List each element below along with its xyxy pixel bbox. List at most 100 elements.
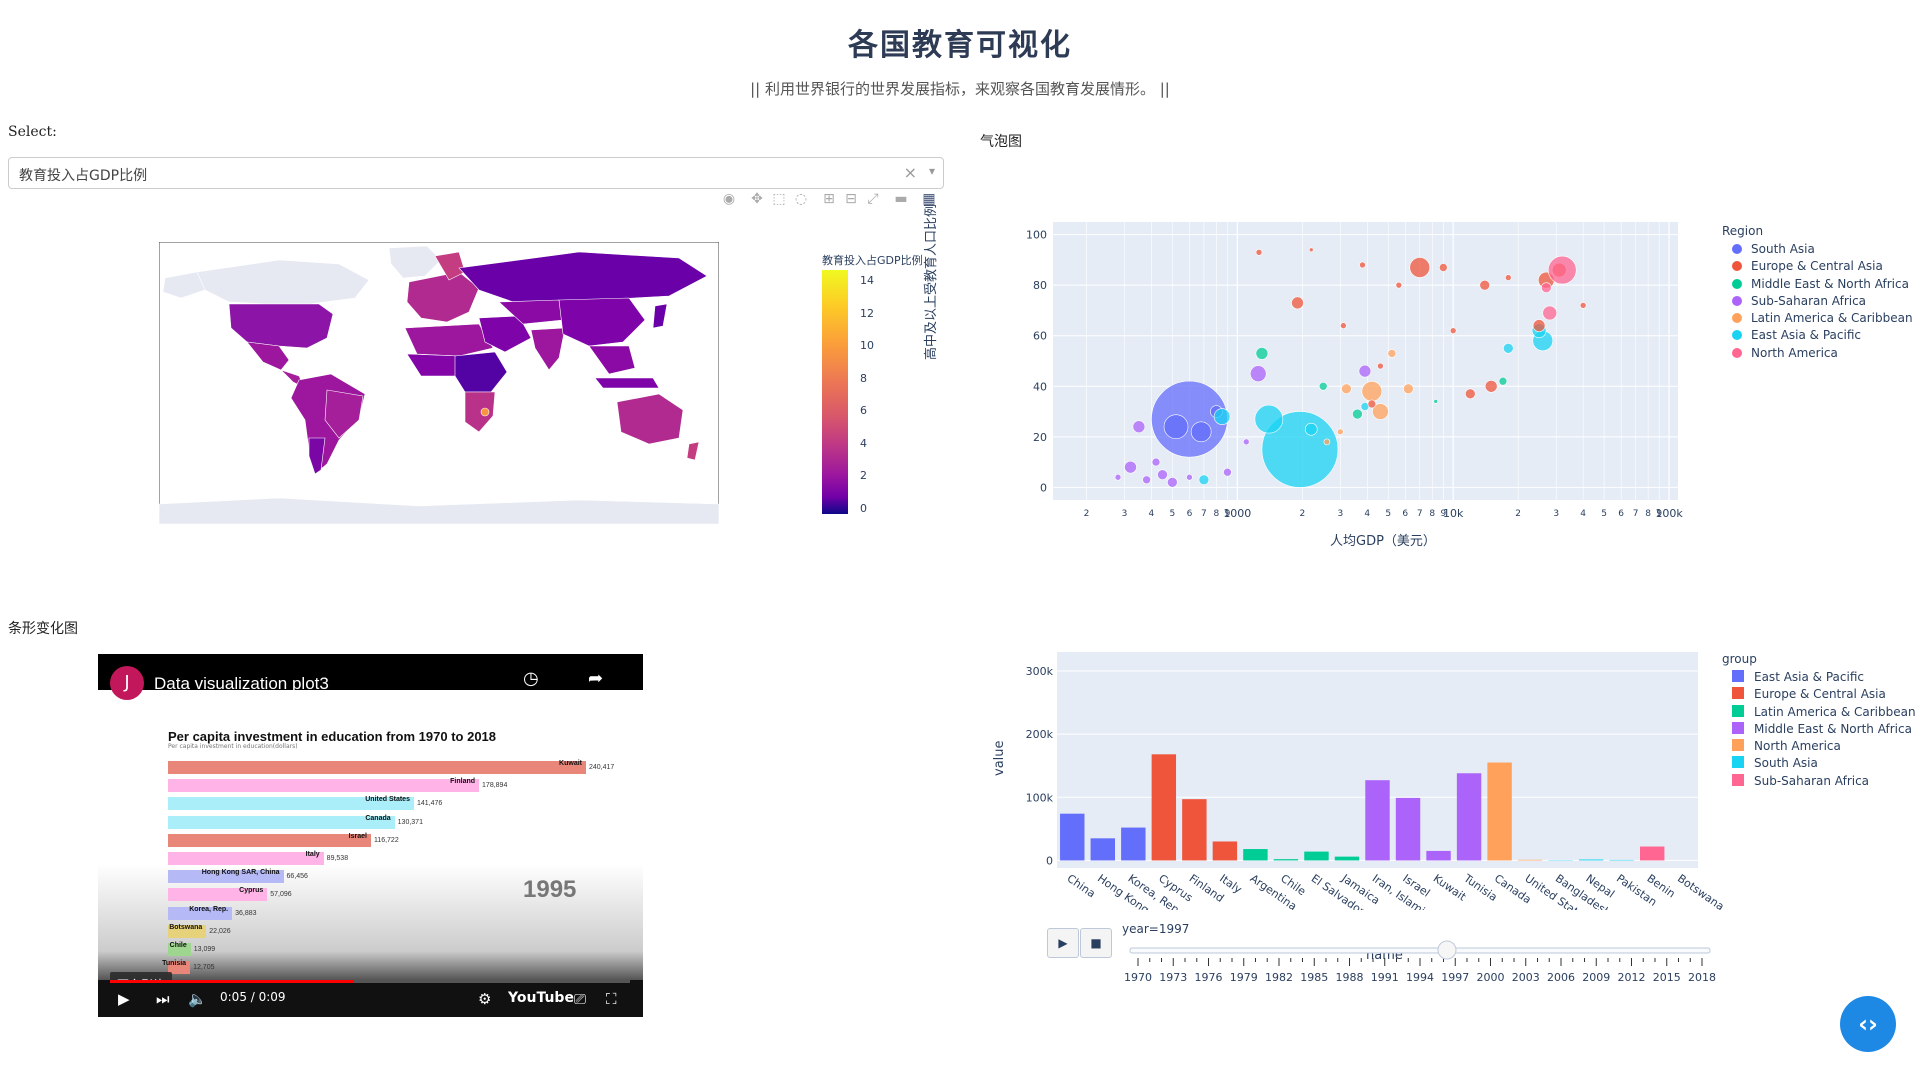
bubble-x-minor-tick: 8 — [1645, 509, 1651, 519]
bubble-x-minor-tick: 2 — [1299, 509, 1305, 519]
play-icon[interactable]: ▶ — [118, 990, 130, 1008]
video-bar-value: 36,883 — [235, 909, 257, 917]
video-bar-value: 116,722 — [373, 836, 399, 844]
video-bar-name: Finland — [450, 778, 476, 786]
code-toggle-button[interactable]: ‹› — [1840, 996, 1896, 1052]
volume-icon[interactable]: 🔈 — [188, 990, 207, 1008]
bubble-x-minor-tick: 2 — [1515, 509, 1521, 519]
bubble-legend[interactable]: Region South Asia Europe & Central Asia Mi… — [1722, 224, 1913, 362]
bubble-point — [1367, 399, 1377, 409]
bubble-point — [1449, 327, 1457, 334]
video-bar-name: Hong Kong SAR, China — [201, 869, 280, 877]
bubble-x-minor-tick: 7 — [1633, 509, 1639, 519]
next-icon[interactable]: ⏭ — [156, 990, 170, 1008]
bubble-point — [1249, 365, 1267, 382]
slider-year-label: 1973 — [1159, 971, 1187, 984]
bubble-point — [1163, 414, 1189, 440]
bubble-legend-item[interactable]: Europe & Central Asia — [1722, 258, 1913, 275]
watch-later-icon[interactable]: ◷ — [523, 668, 539, 689]
video-player[interactable]: Per capita investment in education from … — [98, 654, 643, 1017]
bubble-legend-item[interactable]: South Asia — [1722, 241, 1913, 258]
bubble-point — [1484, 379, 1498, 393]
slider-year-label: 1985 — [1300, 971, 1328, 984]
bar-legend-item[interactable]: Sub-Saharan Africa — [1722, 773, 1916, 790]
bar-mark — [1456, 773, 1482, 861]
legend-label: Sub-Saharan Africa — [1751, 293, 1867, 308]
colorbar-tick-label: 2 — [860, 469, 867, 482]
bar-legend-item[interactable]: Middle East & North Africa — [1722, 721, 1916, 738]
bar-mark — [1487, 762, 1512, 861]
bubble-x-minor-tick: 6 — [1618, 509, 1624, 519]
video-bar-value: 22,026 — [209, 927, 231, 935]
bubble-y-tick: 60 — [1033, 330, 1047, 343]
bubble-point — [1151, 457, 1161, 467]
bubble-point — [1124, 460, 1137, 474]
fullscreen-icon[interactable]: ⛶ — [606, 990, 617, 1008]
bubble-x-minor-tick: 3 — [1337, 509, 1343, 519]
bubble-y-tick: 80 — [1033, 279, 1047, 292]
year-slider[interactable]: 1970 1973 1976 1979 1982 1985 1988 1991 1994 1997… — [1120, 940, 1720, 990]
bubble-x-minor-tick: 3 — [1122, 509, 1128, 519]
bar-legend-item[interactable]: Latin America & Caribbean — [1722, 704, 1916, 721]
bubble-legend-item[interactable]: North America — [1722, 345, 1913, 362]
video-bar-name: Italy — [305, 851, 320, 858]
bubble-legend-item[interactable]: East Asia & Pacific — [1722, 327, 1913, 344]
bubble-legend-item[interactable]: Middle East & North Africa — [1722, 276, 1913, 293]
colorbar-title: 教育投入占GDP比例 — [822, 254, 923, 267]
bubble-point — [1542, 305, 1558, 321]
legend-marker-icon — [1732, 295, 1742, 306]
bar-chart[interactable]: 300k200k100k0ChinaHong Kong SAR, ChinaKo… — [995, 650, 1725, 910]
bubble-point — [1242, 438, 1250, 446]
play-button[interactable]: ▶ — [1047, 928, 1079, 958]
bar-legend-item[interactable]: South Asia — [1722, 755, 1916, 772]
zoom-out-icon[interactable]: ⊟ — [842, 190, 860, 208]
reset-icon[interactable]: ▬ — [892, 190, 910, 208]
slider-year-label: 2009 — [1582, 971, 1610, 984]
legend-label: Europe & Central Asia — [1754, 687, 1886, 702]
slider-handle — [1437, 940, 1457, 960]
bubble-legend-item[interactable]: Latin America & Caribbean — [1722, 310, 1913, 327]
bar-legend-item[interactable]: North America — [1722, 738, 1916, 755]
bubble-chart[interactable]: 1008060402002 3 4 5 6 7 8 9 2 3 4 5 6 7 8 9 2 3 4 5 6 7 8 91000… — [975, 200, 1715, 560]
zoom-in-icon[interactable]: ⊞ — [820, 190, 838, 208]
lasso-icon[interactable]: ◌ — [792, 190, 810, 208]
indicator-select[interactable]: 教育投入占GDP比例 × ▾ — [8, 157, 944, 189]
clear-icon[interactable]: × — [904, 163, 917, 182]
bubble-point — [1213, 408, 1231, 425]
box-select-icon[interactable]: ⬚ — [770, 190, 788, 208]
camera-icon[interactable]: ◉ — [720, 190, 738, 208]
bubble-x-minor-tick: 7 — [1201, 509, 1207, 519]
slider-year-label: 1991 — [1371, 971, 1399, 984]
video-bar-name: Canada — [365, 814, 391, 822]
video-frame[interactable]: Per capita investment in education from … — [98, 690, 643, 997]
bubble-legend-item[interactable]: Sub-Saharan Africa — [1722, 293, 1913, 310]
bubble-point — [1547, 255, 1577, 285]
bar-legend-item[interactable]: East Asia & Pacific — [1722, 669, 1916, 686]
cast-icon[interactable]: ⎚ — [574, 990, 586, 1008]
bubble-point — [1541, 282, 1552, 294]
autoscale-icon[interactable]: ⤢ — [864, 190, 882, 208]
page-title: 各国教育可视化 — [848, 28, 1072, 63]
video-bar-value: 240,417 — [589, 764, 615, 771]
bar-legend[interactable]: group East Asia & Pacific Europe & Centra… — [1722, 652, 1916, 790]
bar-x-tick: Tunisia — [1461, 871, 1500, 904]
bubble-point — [1341, 383, 1352, 395]
pan-icon[interactable]: ✥ — [748, 190, 766, 208]
colorbar-tick-label: 8 — [860, 371, 867, 385]
youtube-logo[interactable]: YouTube — [508, 990, 574, 1006]
bubble-point — [1579, 302, 1587, 309]
stop-button[interactable]: ■ — [1080, 928, 1112, 958]
bar-y-tick: 0 — [1046, 854, 1053, 867]
legend-label: East Asia & Pacific — [1754, 670, 1864, 684]
world-choropleth-map[interactable] — [159, 242, 719, 524]
video-progress-bar[interactable] — [110, 980, 630, 983]
video-title[interactable]: Data visualization plot3 — [154, 674, 329, 694]
legend-swatch-icon — [1732, 704, 1744, 717]
slider-year-label: 1982 — [1265, 971, 1293, 984]
bar-legend-item[interactable]: Europe & Central Asia — [1722, 686, 1916, 703]
slider-year-label: 1970 — [1124, 971, 1152, 984]
channel-avatar[interactable]: J — [110, 666, 144, 700]
share-icon[interactable]: ➦ — [588, 668, 603, 689]
select-value: 教育投入占GDP比例 — [19, 168, 148, 184]
settings-icon[interactable]: ⚙ — [478, 990, 491, 1008]
